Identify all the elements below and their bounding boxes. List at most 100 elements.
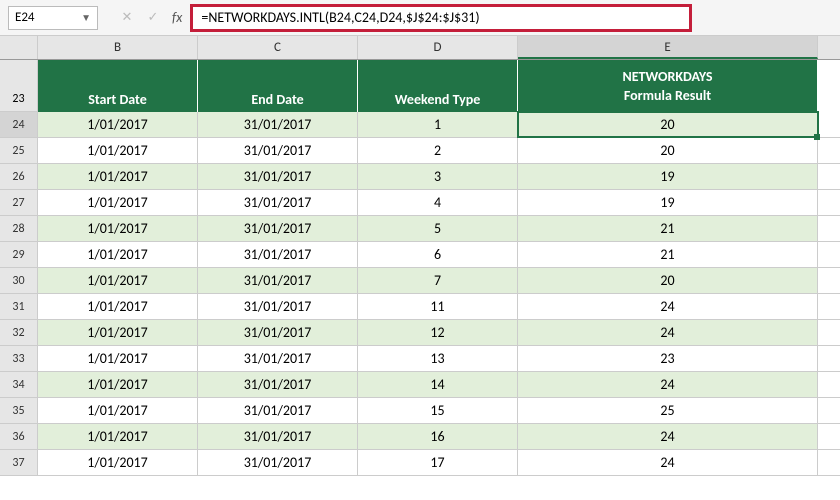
cell-weekend-type[interactable]: 15 [358,398,518,423]
cell-result[interactable]: 19 [518,190,818,215]
column-headers: B C D E [0,36,840,60]
cell-end-date[interactable]: 31/01/2017 [198,138,358,163]
fx-icon[interactable]: fx [168,9,186,26]
cell-result[interactable]: 19 [518,164,818,189]
cell-weekend-type[interactable]: 11 [358,294,518,319]
row-header[interactable]: 29 [0,242,38,267]
cell-end-date[interactable]: 31/01/2017 [198,372,358,397]
table-row: 341/01/201731/01/20171424 [0,372,840,398]
cell-start-date[interactable]: 1/01/2017 [38,346,198,371]
cell-end-date[interactable]: 31/01/2017 [198,294,358,319]
cancel-icon[interactable]: ✕ [116,7,138,29]
header-start-date[interactable]: Start Date [38,60,198,112]
col-header-d[interactable]: D [358,36,518,59]
header-weekend-type[interactable]: Weekend Type [358,60,518,112]
cell-weekend-type[interactable]: 16 [358,424,518,449]
cell-start-date[interactable]: 1/01/2017 [38,268,198,293]
cell-weekend-type[interactable]: 13 [358,346,518,371]
row-header-23[interactable]: 23 [0,60,38,112]
table-row: 291/01/201731/01/2017621 [0,242,840,268]
table-row: 311/01/201731/01/20171124 [0,294,840,320]
table-row: 321/01/201731/01/20171224 [0,320,840,346]
row-header[interactable]: 28 [0,216,38,241]
cell-start-date[interactable]: 1/01/2017 [38,190,198,215]
cell-result[interactable]: 21 [518,242,818,267]
cell-start-date[interactable]: 1/01/2017 [38,294,198,319]
col-header-b[interactable]: B [38,36,198,59]
cell-end-date[interactable]: 31/01/2017 [198,398,358,423]
table-row: 331/01/201731/01/20171323 [0,346,840,372]
table-row: 251/01/201731/01/2017220 [0,138,840,164]
row-header[interactable]: 30 [0,268,38,293]
cell-weekend-type[interactable]: 3 [358,164,518,189]
cell-result[interactable]: 20 [518,112,818,137]
header-formula-result[interactable]: NETWORKDAYS Formula Result [518,60,818,112]
row-header[interactable]: 32 [0,320,38,345]
row-header[interactable]: 31 [0,294,38,319]
cell-start-date[interactable]: 1/01/2017 [38,242,198,267]
row-header[interactable]: 35 [0,398,38,423]
cell-result[interactable]: 25 [518,398,818,423]
cell-result[interactable]: 24 [518,294,818,319]
cell-result[interactable]: 20 [518,138,818,163]
cell-start-date[interactable]: 1/01/2017 [38,424,198,449]
cell-result[interactable]: 24 [518,320,818,345]
cell-weekend-type[interactable]: 1 [358,112,518,137]
header-e-line2: Formula Result [624,87,711,104]
header-e-line1: NETWORKDAYS [622,68,712,85]
row-header[interactable]: 26 [0,164,38,189]
cell-result[interactable]: 20 [518,268,818,293]
table-header-row: 23 Start Date End Date Weekend Type NETW… [0,60,840,112]
cell-result[interactable]: 23 [518,346,818,371]
cell-weekend-type[interactable]: 14 [358,372,518,397]
cell-start-date[interactable]: 1/01/2017 [38,216,198,241]
formula-input[interactable]: =NETWORKDAYS.INTL(B24,C24,D24,$J$24:$J$3… [190,4,692,32]
name-box[interactable]: E24 ▼ [8,6,98,30]
row-header[interactable]: 34 [0,372,38,397]
table-row: 241/01/201731/01/2017120 [0,112,840,138]
cell-result[interactable]: 24 [518,450,818,475]
confirm-icon[interactable]: ✓ [142,7,164,29]
cell-start-date[interactable]: 1/01/2017 [38,112,198,137]
cell-result[interactable]: 21 [518,216,818,241]
row-header[interactable]: 37 [0,450,38,475]
cell-end-date[interactable]: 31/01/2017 [198,424,358,449]
row-header[interactable]: 33 [0,346,38,371]
cell-end-date[interactable]: 31/01/2017 [198,216,358,241]
table-row: 281/01/201731/01/2017521 [0,216,840,242]
cell-start-date[interactable]: 1/01/2017 [38,320,198,345]
row-header[interactable]: 25 [0,138,38,163]
col-header-c[interactable]: C [198,36,358,59]
formula-bar-toolbar: E24 ▼ ✕ ✓ fx =NETWORKDAYS.INTL(B24,C24,D… [0,0,840,36]
cell-start-date[interactable]: 1/01/2017 [38,398,198,423]
cell-result[interactable]: 24 [518,372,818,397]
cell-end-date[interactable]: 31/01/2017 [198,112,358,137]
col-header-e[interactable]: E [518,36,818,59]
cell-weekend-type[interactable]: 17 [358,450,518,475]
cell-start-date[interactable]: 1/01/2017 [38,372,198,397]
cell-end-date[interactable]: 31/01/2017 [198,346,358,371]
row-header[interactable]: 27 [0,190,38,215]
cell-weekend-type[interactable]: 5 [358,216,518,241]
cell-start-date[interactable]: 1/01/2017 [38,138,198,163]
cell-weekend-type[interactable]: 4 [358,190,518,215]
cell-weekend-type[interactable]: 2 [358,138,518,163]
select-all-corner[interactable] [0,36,38,59]
header-end-date[interactable]: End Date [198,60,358,112]
row-header[interactable]: 24 [0,112,38,137]
cell-end-date[interactable]: 31/01/2017 [198,164,358,189]
cell-start-date[interactable]: 1/01/2017 [38,450,198,475]
table-row: 271/01/201731/01/2017419 [0,190,840,216]
cell-weekend-type[interactable]: 7 [358,268,518,293]
chevron-down-icon[interactable]: ▼ [81,11,91,24]
cell-end-date[interactable]: 31/01/2017 [198,242,358,267]
cell-end-date[interactable]: 31/01/2017 [198,190,358,215]
cell-start-date[interactable]: 1/01/2017 [38,164,198,189]
cell-end-date[interactable]: 31/01/2017 [198,450,358,475]
cell-weekend-type[interactable]: 6 [358,242,518,267]
row-header[interactable]: 36 [0,424,38,449]
cell-end-date[interactable]: 31/01/2017 [198,320,358,345]
cell-end-date[interactable]: 31/01/2017 [198,268,358,293]
cell-result[interactable]: 24 [518,424,818,449]
cell-weekend-type[interactable]: 12 [358,320,518,345]
